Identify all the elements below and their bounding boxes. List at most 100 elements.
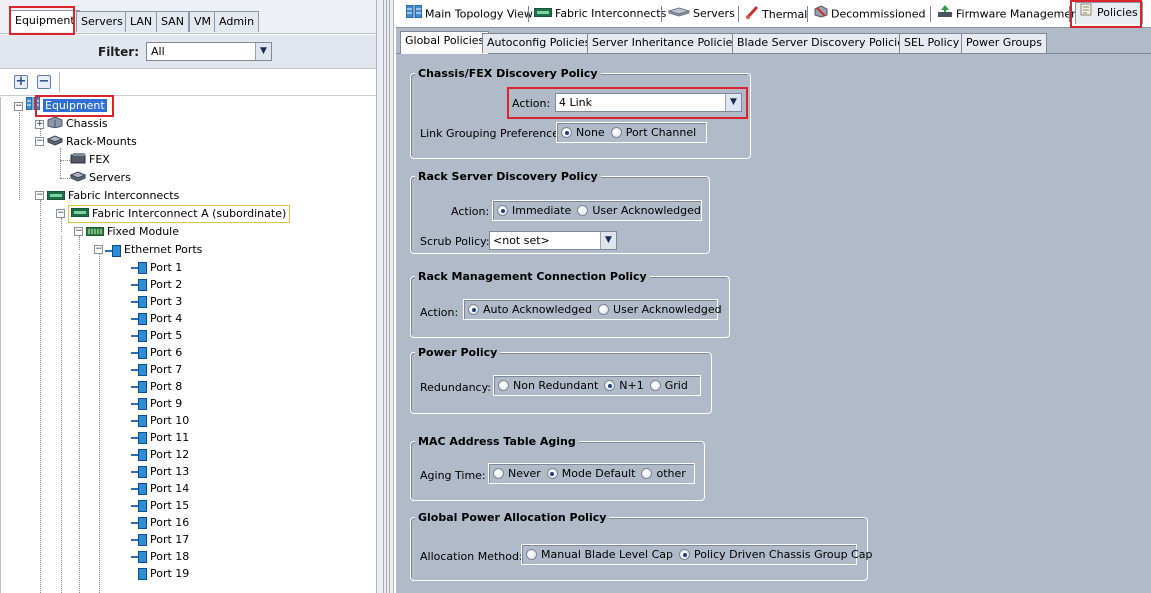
- expand-all-button[interactable]: +: [14, 75, 28, 89]
- radio-mode-default[interactable]: Mode Default: [546, 467, 635, 480]
- tab-sel-policy[interactable]: SEL Policy: [899, 33, 965, 53]
- tree-node-ethernet-ports[interactable]: Ethernet Ports: [105, 241, 202, 258]
- radio-never[interactable]: Never: [493, 467, 541, 480]
- radio-policy-driven-chassis-group-cap[interactable]: Policy Driven Chassis Group Cap: [679, 548, 872, 561]
- radio-non-redundant[interactable]: Non Redundant: [498, 379, 598, 392]
- discovery-action-dropdown[interactable]: 4 Link ▼: [555, 93, 742, 112]
- ethernet-port-icon: [131, 296, 147, 308]
- tree-node-port[interactable]: Port 10: [131, 412, 189, 429]
- radio-immediate[interactable]: Immediate: [497, 204, 571, 217]
- tab-blade-server-discovery-policies[interactable]: Blade Server Discovery Policies: [732, 33, 915, 53]
- tab-power-groups[interactable]: Power Groups: [961, 33, 1047, 53]
- action-label: Action:: [512, 97, 551, 110]
- tree-node-port[interactable]: Port 18: [131, 548, 189, 565]
- tree-node-port[interactable]: Port 13: [131, 463, 189, 480]
- collapse-icon[interactable]: −: [74, 227, 83, 236]
- tab-lan[interactable]: LAN: [125, 11, 158, 32]
- tree-node-port[interactable]: Port 7: [131, 361, 182, 378]
- tree-label: Port 3: [150, 295, 183, 308]
- tab-servers[interactable]: Servers: [76, 11, 128, 32]
- tree-label: Fabric Interconnect A (subordinate): [92, 207, 287, 220]
- tab-servers-view[interactable]: Servers: [666, 5, 735, 23]
- tab-equipment[interactable]: Equipment: [10, 10, 80, 32]
- radio-grid[interactable]: Grid: [649, 379, 688, 392]
- section-title: Power Policy: [415, 346, 501, 359]
- tab-fabric-interconnects[interactable]: Fabric Interconnects: [532, 5, 666, 23]
- tree-node-port[interactable]: Port 2: [131, 276, 182, 293]
- allocation-method-label: Allocation Method:: [420, 550, 523, 563]
- radio-none[interactable]: None: [561, 126, 605, 139]
- collapse-icon[interactable]: −: [94, 245, 103, 254]
- chevron-down-icon: ▼: [725, 94, 741, 111]
- radio-label: Port Channel: [625, 126, 697, 139]
- ethernet-port-icon: [131, 415, 147, 427]
- tab-label: Servers: [81, 15, 123, 28]
- tree-label: Port 4: [150, 312, 183, 325]
- tree-node-port[interactable]: Port 16: [131, 514, 189, 531]
- tree-label: Port 19: [150, 567, 190, 580]
- tab-label: Server Inheritance Policies: [592, 36, 739, 49]
- radio-other[interactable]: other: [641, 467, 686, 480]
- tree-node-port[interactable]: Port 14: [131, 480, 189, 497]
- fabric-interconnect-icon: [533, 5, 553, 23]
- tree-node-port[interactable]: Port 5: [131, 327, 182, 344]
- tree-node-port[interactable]: Port 6: [131, 344, 182, 361]
- collapse-all-button[interactable]: −: [37, 75, 51, 89]
- tree-node-fex[interactable]: FEX: [70, 151, 110, 168]
- tab-policies[interactable]: Policies: [1075, 2, 1143, 24]
- radio-user-acknowledged[interactable]: User Acknowledged: [598, 303, 722, 316]
- tab-main-topology[interactable]: Main Topology View: [404, 4, 533, 24]
- tree-node-port[interactable]: Port 17: [131, 531, 189, 548]
- tab-firmware-management[interactable]: Firmware Management: [935, 5, 1082, 23]
- tree-node-fabric-interconnect-a[interactable]: Fabric Interconnect A (subordinate): [68, 205, 291, 223]
- radio-unselected-icon: [526, 549, 537, 560]
- radio-auto-acknowledged[interactable]: Auto Acknowledged: [468, 303, 592, 316]
- filter-dropdown[interactable]: All ▼: [146, 42, 272, 61]
- tab-san[interactable]: SAN: [156, 11, 189, 32]
- tab-decommissioned[interactable]: Decommissioned: [812, 5, 925, 23]
- tree-node-port[interactable]: Port 1: [131, 259, 182, 276]
- tree-node-port[interactable]: Port 19: [138, 565, 189, 593]
- collapse-icon[interactable]: −: [35, 191, 44, 200]
- tree-node-fixed-module[interactable]: Fixed Module: [85, 223, 179, 240]
- tree-node-port[interactable]: Port 4: [131, 310, 183, 327]
- tree-node-port[interactable]: Port 11: [131, 429, 189, 446]
- tab-admin[interactable]: Admin: [214, 11, 260, 32]
- expand-icon[interactable]: +: [35, 120, 44, 129]
- collapse-icon[interactable]: −: [14, 102, 23, 111]
- tab-server-inheritance-policies[interactable]: Server Inheritance Policies: [587, 33, 744, 53]
- panel-splitter[interactable]: [376, 0, 394, 593]
- tree-node-port[interactable]: Port 12: [131, 446, 189, 463]
- tab-autoconfig-policies[interactable]: Autoconfig Policies: [482, 33, 596, 53]
- server-icon: [69, 170, 87, 187]
- aging-time-label: Aging Time:: [420, 469, 486, 482]
- tree-line: [40, 218, 41, 593]
- collapse-icon[interactable]: −: [56, 209, 65, 218]
- radio-user-acknowledged[interactable]: User Acknowledged: [577, 204, 701, 217]
- tree-node-port[interactable]: Port 9: [131, 395, 182, 412]
- tab-label: Main Topology View: [425, 7, 533, 21]
- tree-node-fabric-interconnects[interactable]: Fabric Interconnects: [46, 187, 179, 204]
- tree-node-servers[interactable]: Servers: [69, 169, 131, 187]
- radio-n-plus-1[interactable]: N+1: [604, 379, 644, 392]
- tab-global-policies[interactable]: Global Policies: [400, 31, 490, 54]
- tab-vm[interactable]: VM: [189, 11, 217, 32]
- scrub-policy-dropdown[interactable]: <not set> ▼: [489, 231, 617, 250]
- radio-manual-blade-level-cap[interactable]: Manual Blade Level Cap: [526, 548, 673, 561]
- tree-node-port[interactable]: Port 3: [131, 293, 183, 310]
- radio-label: Auto Acknowledged: [483, 303, 593, 316]
- radio-port-channel[interactable]: Port Channel: [610, 126, 697, 139]
- topology-icon: [405, 4, 423, 24]
- tree-line: [79, 236, 80, 250]
- tree-node-port[interactable]: Port 8: [131, 378, 183, 395]
- tree-label: Port 8: [150, 380, 183, 393]
- allocation-method-radio-group: Manual Blade Level Cap Policy Driven Cha…: [521, 544, 872, 565]
- tree-node-port[interactable]: Port 15: [131, 497, 189, 514]
- tree-node-rack-mounts[interactable]: Rack-Mounts: [46, 133, 137, 150]
- tree-node-chassis[interactable]: Chassis: [47, 115, 108, 132]
- link-grouping-radio-group: None Port Channel: [556, 122, 707, 143]
- tree-node-equipment[interactable]: Equipment: [25, 96, 107, 114]
- action-label: Action:: [420, 306, 459, 319]
- tab-thermal[interactable]: Thermal: [743, 5, 807, 23]
- collapse-icon[interactable]: −: [35, 137, 44, 146]
